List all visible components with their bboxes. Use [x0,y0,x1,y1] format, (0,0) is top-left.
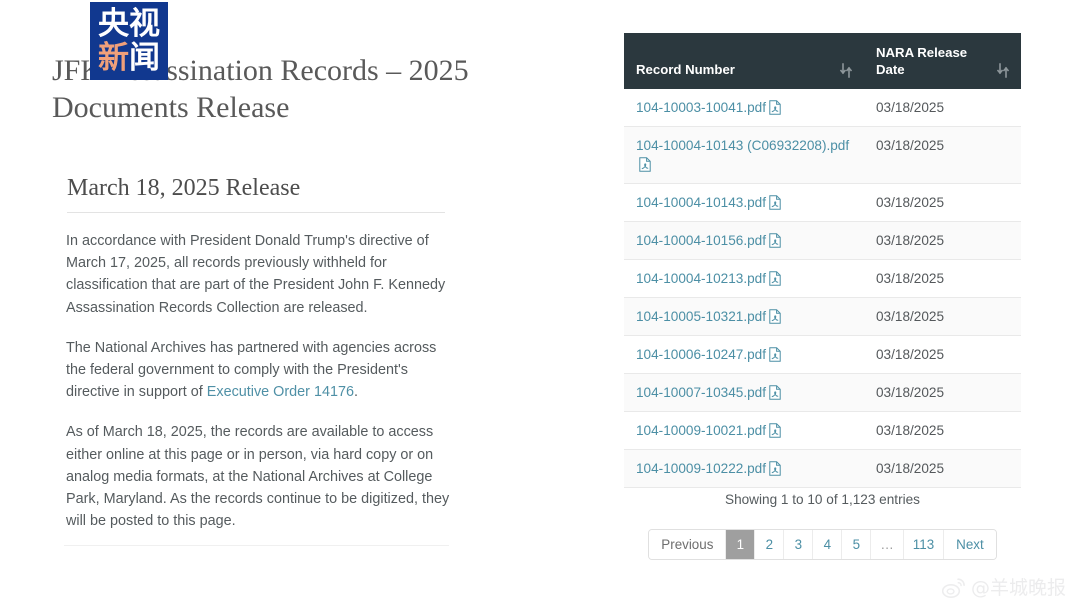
table-row: 104-10004-10156.pdf 03/18/2025 [624,221,1021,260]
logo-line-1: 央 视 [98,7,160,41]
table-row: 104-10009-10222.pdf 03/18/2025 [624,449,1021,488]
cell-release-date: 03/18/2025 [864,89,1021,127]
logo-char-yang: 央 [98,6,129,42]
pagination-ellipsis: … [871,530,904,559]
cell-record-number: 104-10006-10247.pdf [624,335,864,374]
table-row: 104-10006-10247.pdf 03/18/2025 [624,335,1021,374]
cell-release-date: 03/18/2025 [864,183,1021,222]
pagination-previous[interactable]: Previous [649,530,727,559]
cell-record-number: 104-10004-10143 (C06932208).pdf [624,126,864,184]
record-pdf-link[interactable]: 104-10004-10156.pdf [636,233,766,248]
pdf-file-icon[interactable] [769,271,781,286]
table-header: Record Number NARA Release Date [624,33,1021,89]
record-pdf-link[interactable]: 104-10004-10143 (C06932208).pdf [636,138,849,153]
cell-record-number: 104-10004-10213.pdf [624,259,864,298]
table-row: 104-10004-10143.pdf 03/18/2025 [624,183,1021,222]
table-row: 104-10004-10143 (C06932208).pdf 03/18/202… [624,126,1021,184]
column-header-nara-release-date[interactable]: NARA Release Date [864,33,1021,89]
paragraph-2-suffix: . [353,384,358,401]
pdf-file-icon[interactable] [769,195,781,210]
record-pdf-link[interactable]: 104-10006-10247.pdf [636,347,766,362]
record-pdf-link[interactable]: 104-10007-10345.pdf [636,385,766,400]
pdf-file-icon[interactable] [639,157,651,172]
cell-release-date: 03/18/2025 [864,126,1021,184]
pdf-file-icon[interactable] [769,347,781,362]
table-row: 104-10003-10041.pdf 03/18/2025 [624,89,1021,127]
pagination-page-113[interactable]: 113 [903,530,945,559]
cell-release-date: 03/18/2025 [864,221,1021,260]
cell-release-date: 03/18/2025 [864,259,1021,298]
section-heading: March 18, 2025 Release [67,175,301,201]
pagination: Previous 1 2 3 4 5… 113 Next [624,529,1021,560]
paragraph-2: The National Archives has partnered with… [66,337,451,404]
cell-record-number: 104-10009-10222.pdf [624,449,864,488]
cctv-news-logo: 央 视 新 闻 [90,2,168,80]
heading-divider [67,212,445,213]
pagination-page-1[interactable]: 1 [726,530,756,559]
pagination-next[interactable]: Next [944,530,996,559]
record-pdf-link[interactable]: 104-10004-10213.pdf [636,271,766,286]
showing-entries-label: Showing 1 to 10 of 1,123 entries [725,492,920,507]
cell-record-number: 104-10004-10156.pdf [624,221,864,260]
record-pdf-link[interactable]: 104-10009-10222.pdf [636,461,766,476]
sort-updown-icon[interactable] [997,63,1009,78]
bottom-divider [64,545,449,546]
pagination-page-2[interactable]: 2 [755,530,785,559]
pdf-file-icon[interactable] [769,309,781,324]
records-table-container: Record Number NARA Release Date 104-1000… [624,33,1021,488]
pdf-file-icon[interactable] [769,385,781,400]
cell-record-number: 104-10004-10143.pdf [624,183,864,222]
cell-record-number: 104-10003-10041.pdf [624,89,864,127]
watermark: @羊城晚报 [941,577,1066,599]
column-header-record-number-label: Record Number [636,62,735,77]
pagination-page-3[interactable]: 3 [784,530,814,559]
table-row: 104-10009-10021.pdf 03/18/2025 [624,411,1021,450]
logo-char-xin: 新 [98,40,129,76]
table-row: 104-10005-10321.pdf 03/18/2025 [624,297,1021,336]
article-column: 央 视 新 闻 JFK Assassination Records – 2025… [0,0,520,607]
cell-release-date: 03/18/2025 [864,449,1021,488]
records-table: Record Number NARA Release Date 104-1000… [624,33,1021,488]
weibo-icon [941,578,965,598]
pdf-file-icon[interactable] [769,461,781,476]
article-body: In accordance with President Donald Trum… [66,230,451,550]
paragraph-1: In accordance with President Donald Trum… [66,233,446,316]
cell-release-date: 03/18/2025 [864,297,1021,336]
cell-release-date: 03/18/2025 [864,373,1021,412]
column-header-nara-release-date-label: NARA Release Date [876,45,968,77]
pdf-file-icon[interactable] [769,423,781,438]
table-row: 104-10007-10345.pdf 03/18/2025 [624,373,1021,412]
logo-char-shi: 视 [129,6,160,42]
paragraph-3: As of March 18, 2025, the records are av… [66,424,450,530]
record-pdf-link[interactable]: 104-10005-10321.pdf [636,309,766,324]
sort-updown-icon[interactable] [840,63,852,78]
pagination-page-5[interactable]: 5 [842,530,872,559]
executive-order-link[interactable]: Executive Order 14176 [207,384,354,400]
watermark-text: @羊城晚报 [970,577,1066,599]
pagination-page-4[interactable]: 4 [813,530,843,559]
column-header-record-number[interactable]: Record Number [624,33,864,89]
record-pdf-link[interactable]: 104-10009-10021.pdf [636,423,766,438]
cell-release-date: 03/18/2025 [864,335,1021,374]
table-row: 104-10004-10213.pdf 03/18/2025 [624,259,1021,298]
record-pdf-link[interactable]: 104-10004-10143.pdf [636,195,766,210]
pdf-file-icon[interactable] [769,100,781,115]
cell-release-date: 03/18/2025 [864,411,1021,450]
pagination-control: Previous 1 2 3 4 5… 113 Next [648,529,997,560]
table-body: 104-10003-10041.pdf 03/18/2025 104-10004-1… [624,89,1021,488]
cell-record-number: 104-10005-10321.pdf [624,297,864,336]
logo-line-2: 新 闻 [98,41,160,75]
pdf-file-icon[interactable] [769,233,781,248]
table-header-row: Record Number NARA Release Date [624,33,1021,89]
record-pdf-link[interactable]: 104-10003-10041.pdf [636,100,766,115]
cell-record-number: 104-10007-10345.pdf [624,373,864,412]
logo-char-wen: 闻 [129,40,160,76]
cell-record-number: 104-10009-10021.pdf [624,411,864,450]
